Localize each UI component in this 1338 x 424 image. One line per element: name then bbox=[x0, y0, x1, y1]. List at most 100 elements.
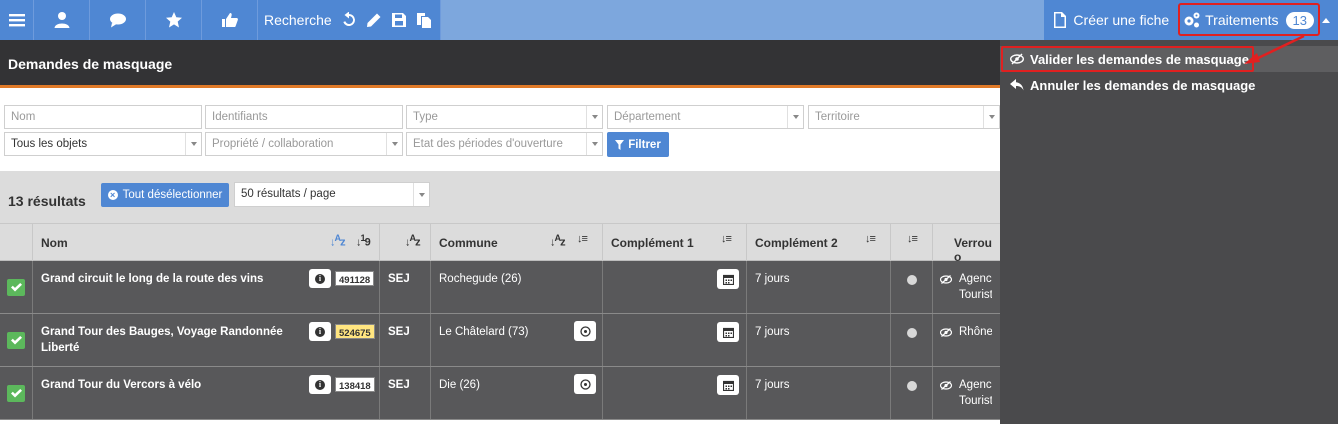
header-complement2-label: Complément 2 bbox=[755, 236, 838, 250]
table-header: Nom ↓Az ↓19 ↓Az Commune ↓Az ↓≡ Complémen… bbox=[0, 223, 1000, 264]
compass-icon bbox=[579, 325, 591, 337]
undo-icon[interactable] bbox=[341, 12, 357, 28]
sort-amount-icon[interactable]: ↓≡ bbox=[907, 233, 918, 245]
calendar-button[interactable] bbox=[717, 322, 739, 342]
table-row[interactable]: Grand Tour des Bauges, Voyage Randonnée … bbox=[0, 314, 1000, 367]
row-checkbox[interactable] bbox=[7, 385, 25, 402]
speech-bubble-icon bbox=[109, 13, 126, 28]
row-name[interactable]: Grand Tour des Bauges, Voyage Randonnée … bbox=[41, 324, 301, 356]
commune-cell: Le Châtelard (73) bbox=[431, 314, 603, 366]
funnel-icon bbox=[615, 139, 625, 150]
results-per-page-text: 50 résultats / page bbox=[241, 188, 336, 200]
copy-icon[interactable] bbox=[416, 12, 432, 28]
sort-numeric-icon[interactable]: ↓19 bbox=[356, 233, 371, 249]
verrou-cell: Rhône-A bbox=[933, 314, 1000, 366]
results-count: 13 résultats bbox=[8, 193, 86, 209]
compass-icon bbox=[579, 378, 591, 390]
propriete-select-text: Propriété / collaboration bbox=[212, 138, 334, 150]
user-button[interactable] bbox=[34, 0, 90, 40]
select-cell bbox=[0, 314, 33, 366]
pencil-icon[interactable] bbox=[366, 12, 382, 28]
info-button[interactable]: i bbox=[309, 322, 331, 341]
globe-icon bbox=[907, 381, 917, 391]
row-name[interactable]: Grand Tour du Vercors à vélo bbox=[41, 377, 301, 393]
identifiants-input[interactable]: Identifiants bbox=[205, 105, 403, 129]
departement-select[interactable]: Département bbox=[607, 105, 804, 129]
save-icon[interactable] bbox=[391, 12, 407, 28]
type-select[interactable]: Type bbox=[406, 105, 603, 129]
verrou-text: Rhône-A bbox=[959, 326, 992, 338]
header-visibility[interactable]: ↓≡ bbox=[891, 224, 933, 261]
row-checkbox[interactable] bbox=[7, 332, 25, 349]
compass-button[interactable] bbox=[574, 321, 596, 341]
create-record-button[interactable]: Créer une fiche bbox=[1044, 0, 1178, 40]
info-icon: i bbox=[315, 273, 325, 284]
table-row[interactable]: Grand Tour du Vercors à vélo i 138418 SE… bbox=[0, 367, 1000, 420]
sort-alpha-icon[interactable]: ↓Az bbox=[550, 233, 566, 249]
territoire-select-text: Territoire bbox=[815, 111, 860, 123]
objets-select[interactable]: Tous les objets bbox=[4, 132, 202, 156]
info-icon: i bbox=[315, 379, 325, 390]
nom-cell: Grand Tour du Vercors à vélo i 138418 bbox=[33, 367, 380, 419]
info-button[interactable]: i bbox=[309, 375, 331, 394]
info-icon: i bbox=[315, 326, 325, 337]
commune-text: Le Châtelard (73) bbox=[439, 326, 529, 338]
header-select-column bbox=[0, 224, 33, 261]
header-nom-label: Nom bbox=[41, 236, 68, 250]
type-cell: SEJ bbox=[380, 314, 431, 366]
etat-periodes-select[interactable]: Etat des périodes d'ouverture bbox=[406, 132, 603, 156]
filter-button-label: Filtrer bbox=[628, 138, 661, 151]
traitements-dropdown: Valider les demandes de masquage Annuler… bbox=[1000, 40, 1338, 424]
header-commune[interactable]: Commune ↓Az ↓≡ bbox=[431, 224, 603, 261]
chevron-down-icon bbox=[787, 106, 803, 128]
nom-input[interactable]: Nom bbox=[4, 105, 202, 129]
header-nom[interactable]: Nom ↓Az ↓19 bbox=[33, 224, 380, 261]
valider-highlight bbox=[1001, 46, 1254, 72]
calendar-icon bbox=[722, 380, 734, 391]
eye-slash-icon bbox=[940, 328, 952, 337]
thumbs-up-button[interactable] bbox=[202, 0, 258, 40]
sort-alpha-icon[interactable]: ↓Az bbox=[405, 233, 421, 249]
menu-button[interactable] bbox=[0, 0, 34, 40]
header-verrou[interactable]: Verrou o bbox=[933, 224, 1000, 264]
star-icon bbox=[165, 12, 182, 28]
annuler-masquage-item[interactable]: Annuler les demandes de masquage bbox=[1000, 72, 1338, 98]
compass-button[interactable] bbox=[574, 374, 596, 394]
calendar-button[interactable] bbox=[717, 375, 739, 395]
caret-up-icon bbox=[1322, 17, 1330, 23]
type-cell: SEJ bbox=[380, 367, 431, 419]
chevron-down-icon bbox=[386, 133, 402, 155]
results-per-page-select[interactable]: 50 résultats / page bbox=[234, 182, 430, 207]
calendar-icon bbox=[722, 327, 734, 338]
favorites-button[interactable] bbox=[146, 0, 202, 40]
deselect-all-button[interactable]: × Tout désélectionner bbox=[101, 183, 229, 207]
propriete-select[interactable]: Propriété / collaboration bbox=[205, 132, 403, 156]
sort-amount-icon[interactable]: ↓≡ bbox=[577, 233, 588, 245]
type-cell: SEJ bbox=[380, 261, 431, 313]
page-title-bar: Demandes de masquage bbox=[0, 40, 1000, 88]
sort-alpha-icon[interactable]: ↓Az bbox=[330, 233, 346, 249]
create-record-label: Créer une fiche bbox=[1073, 12, 1170, 28]
info-button[interactable]: i bbox=[309, 269, 331, 288]
filter-button[interactable]: Filtrer bbox=[607, 132, 669, 157]
header-complement1[interactable]: Complément 1 ↓≡ bbox=[603, 224, 747, 261]
navbar-spacer bbox=[441, 0, 1045, 40]
complement1-cell bbox=[603, 314, 747, 366]
calendar-icon bbox=[722, 274, 734, 285]
verrou-text-line2: Touristiq bbox=[959, 289, 992, 301]
hamburger-icon bbox=[8, 14, 25, 27]
header-verrou-label: Verrou o bbox=[954, 236, 993, 264]
sort-amount-icon[interactable]: ↓≡ bbox=[721, 233, 732, 245]
id-tag: 491128 bbox=[335, 271, 375, 286]
row-checkbox[interactable] bbox=[7, 279, 25, 296]
visibility-cell bbox=[891, 314, 933, 366]
sort-amount-icon[interactable]: ↓≡ bbox=[865, 233, 876, 245]
messages-button[interactable] bbox=[90, 0, 146, 40]
header-type[interactable]: ↓Az bbox=[380, 224, 431, 261]
recherche-link[interactable]: Recherche bbox=[264, 12, 332, 28]
calendar-button[interactable] bbox=[717, 269, 739, 289]
row-name[interactable]: Grand circuit le long de la route des vi… bbox=[41, 271, 301, 287]
territoire-select[interactable]: Territoire bbox=[808, 105, 1000, 129]
table-row[interactable]: Grand circuit le long de la route des vi… bbox=[0, 261, 1000, 314]
header-complement2[interactable]: Complément 2 ↓≡ bbox=[747, 224, 891, 261]
